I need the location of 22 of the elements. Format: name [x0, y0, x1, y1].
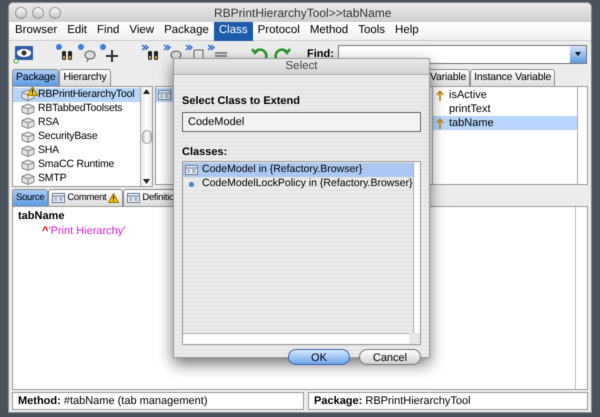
class-name: CodeModelLockPolicy in {Refactory.Browser}: [202, 176, 412, 192]
package-name: SmaCC Runtime: [38, 157, 114, 172]
package-name: SHA: [38, 143, 59, 158]
string-literal: 'Print Hierarchy': [48, 224, 126, 239]
prompt-label: Select Class to Extend: [182, 94, 301, 109]
package-name: RBPrintHierarchyTool: [38, 87, 134, 102]
classes-label: Classes:: [182, 144, 228, 160]
return-caret: ^: [42, 224, 48, 239]
find-label: Find:: [307, 46, 334, 60]
variable-name: tabName: [449, 116, 494, 131]
package-name: RSA: [38, 115, 59, 130]
variable-name: printText: [449, 102, 491, 117]
dialog-title: Select: [286, 58, 318, 74]
package-name: RBTabbedToolsets: [38, 101, 122, 116]
method-name: tabName: [18, 209, 64, 224]
window-title: RBPrintHierarchyTool>>tabName: [214, 4, 392, 22]
class-name: CodeModel in {Refactory.Browser}: [202, 162, 362, 178]
status-text: Method: #tabName (tab management): [18, 394, 208, 409]
package-name: SMTP: [38, 171, 66, 186]
status-text: Package: RBPrintHierarchyTool: [314, 394, 471, 409]
variable-name: isActive: [449, 88, 487, 103]
package-name: SecurityBase: [38, 129, 98, 144]
